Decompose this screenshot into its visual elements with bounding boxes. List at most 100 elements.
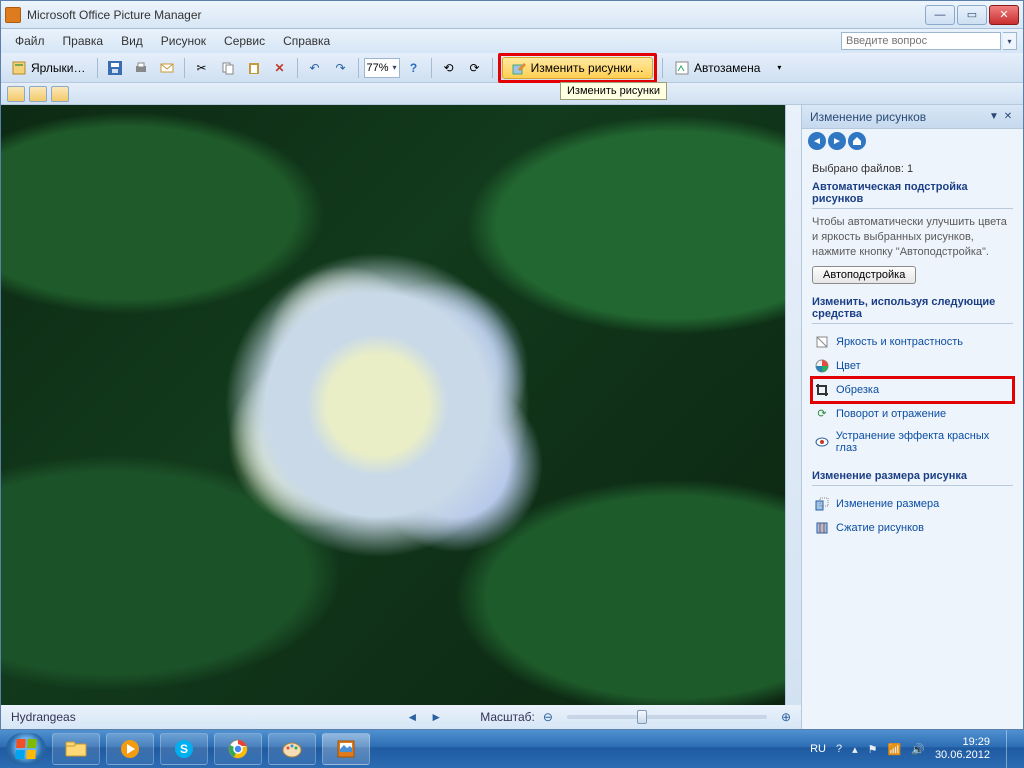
- pane-home-button[interactable]: [848, 132, 866, 150]
- pane-dropdown-button[interactable]: ▼: [987, 111, 1001, 122]
- auto-correct-button[interactable]: Автозамена: [668, 57, 766, 79]
- skype-icon: S: [174, 739, 194, 759]
- tool-rotate[interactable]: ⟳ Поворот и отражение: [812, 402, 1013, 426]
- tray-volume-icon[interactable]: 🔊: [911, 743, 925, 756]
- prev-picture-button[interactable]: ◄: [404, 710, 420, 724]
- delete-icon: ✕: [272, 60, 288, 76]
- zoom-in-button[interactable]: ⊕: [781, 710, 791, 724]
- svg-text:S: S: [180, 742, 188, 756]
- taskbar-picturemanager-button[interactable]: [322, 733, 370, 765]
- single-view-button[interactable]: [51, 86, 69, 102]
- vertical-scrollbar[interactable]: [785, 105, 801, 705]
- crop-icon: [814, 382, 830, 398]
- tool-color[interactable]: Цвет: [812, 354, 1013, 378]
- ask-question-dropdown[interactable]: ▾: [1003, 32, 1017, 50]
- tools-section-title: Изменить, используя следующие средства: [812, 296, 1013, 320]
- delete-button[interactable]: ✕: [268, 57, 292, 79]
- separator: [492, 58, 493, 78]
- window-maximize-button[interactable]: ▭: [957, 5, 987, 25]
- start-button[interactable]: [6, 733, 46, 765]
- tool-label: Поворот и отражение: [836, 408, 946, 420]
- separator: [431, 58, 432, 78]
- show-desktop-button[interactable]: [1006, 730, 1018, 768]
- mail-button[interactable]: [155, 57, 179, 79]
- tool-label: Цвет: [836, 360, 861, 372]
- tool-resize[interactable]: Изменение размера: [812, 492, 1013, 516]
- zoom-out-button[interactable]: ⊖: [543, 710, 553, 724]
- tool-compress[interactable]: Сжатие рисунков: [812, 516, 1013, 540]
- tray-flag-icon[interactable]: ⚑: [868, 743, 878, 756]
- auto-correct-label: Автозамена: [694, 61, 760, 75]
- pane-close-button[interactable]: ✕: [1001, 111, 1015, 122]
- window-title: Microsoft Office Picture Manager: [27, 8, 925, 22]
- rotate-left-button[interactable]: ⟲: [437, 57, 461, 79]
- tool-label: Изменение размера: [836, 498, 939, 510]
- tray-help-icon[interactable]: ?: [836, 743, 842, 755]
- compress-icon: [814, 520, 830, 536]
- rotate-icon: ⟳: [814, 406, 830, 422]
- menu-picture[interactable]: Рисунок: [153, 31, 214, 51]
- shortcuts-icon: [11, 60, 27, 76]
- zoom-combo[interactable]: 77%▾: [364, 58, 400, 78]
- window-close-button[interactable]: ✕: [989, 5, 1019, 25]
- paste-button[interactable]: [242, 57, 266, 79]
- taskbar-mediaplayer-button[interactable]: [106, 733, 154, 765]
- resize-icon: [814, 496, 830, 512]
- rotate-right-button[interactable]: ⟳: [463, 57, 487, 79]
- edit-pictures-button[interactable]: Изменить рисунки…: [502, 57, 653, 79]
- pane-title: Изменение рисунков: [810, 110, 987, 124]
- pane-back-button[interactable]: ◄: [808, 132, 826, 150]
- picture-canvas[interactable]: [1, 105, 785, 705]
- tool-crop[interactable]: Обрезка: [812, 378, 1013, 402]
- color-icon: [814, 358, 830, 374]
- menu-tools[interactable]: Сервис: [216, 31, 273, 51]
- highlight-annotation: Изменить рисунки…: [498, 53, 657, 83]
- filmstrip-view-button[interactable]: [29, 86, 47, 102]
- print-button[interactable]: [129, 57, 153, 79]
- tool-redeye[interactable]: Устранение эффекта красных глаз: [812, 426, 1013, 458]
- pane-forward-button[interactable]: ►: [828, 132, 846, 150]
- tool-label: Яркость и контрастность: [836, 336, 963, 348]
- zoom-slider[interactable]: [567, 715, 767, 719]
- selected-label: Выбрано файлов:: [812, 163, 904, 175]
- save-icon: [107, 60, 123, 76]
- tray-network-icon[interactable]: 📶: [888, 743, 902, 756]
- ask-question-input[interactable]: [841, 32, 1001, 50]
- thumbnail-view-button[interactable]: [7, 86, 25, 102]
- help-button[interactable]: ?: [402, 57, 426, 79]
- auto-section-desc: Чтобы автоматически улучшить цвета и ярк…: [812, 215, 1013, 260]
- auto-fix-button[interactable]: Автоподстройка: [812, 266, 916, 284]
- shortcuts-label: Ярлыки…: [31, 61, 86, 75]
- window-minimize-button[interactable]: —: [925, 5, 955, 25]
- copy-icon: [220, 60, 236, 76]
- next-picture-button[interactable]: ►: [428, 710, 444, 724]
- copy-button[interactable]: [216, 57, 240, 79]
- print-icon: [133, 60, 149, 76]
- tool-label: Сжатие рисунков: [836, 522, 924, 534]
- taskbar-skype-button[interactable]: S: [160, 733, 208, 765]
- redo-button[interactable]: ↷: [329, 57, 353, 79]
- tray-clock[interactable]: 19:29 30.06.2012: [935, 736, 990, 761]
- folder-icon: [65, 740, 87, 758]
- menu-edit[interactable]: Правка: [55, 31, 112, 51]
- save-button[interactable]: [103, 57, 127, 79]
- cut-icon: ✂: [194, 60, 210, 76]
- undo-button[interactable]: ↶: [303, 57, 327, 79]
- chevron-down-icon: ▾: [393, 63, 397, 72]
- menu-view[interactable]: Вид: [113, 31, 151, 51]
- menu-help[interactable]: Справка: [275, 31, 338, 51]
- tray-chevron-up-icon[interactable]: ▴: [852, 743, 858, 756]
- taskbar-paint-button[interactable]: [268, 733, 316, 765]
- taskbar-explorer-button[interactable]: [52, 733, 100, 765]
- tray-language[interactable]: RU: [810, 743, 826, 755]
- menu-file[interactable]: Файл: [7, 31, 53, 51]
- toolbar-overflow-button[interactable]: ▾: [768, 57, 790, 79]
- shortcuts-button[interactable]: Ярлыки…: [5, 57, 92, 79]
- tool-label: Обрезка: [836, 384, 879, 396]
- tool-brightness[interactable]: Яркость и контрастность: [812, 330, 1013, 354]
- zoom-slider-thumb[interactable]: [637, 710, 647, 724]
- taskbar-chrome-button[interactable]: [214, 733, 262, 765]
- resize-section-title: Изменение размера рисунка: [812, 470, 1013, 482]
- separator: [662, 58, 663, 78]
- cut-button[interactable]: ✂: [190, 57, 214, 79]
